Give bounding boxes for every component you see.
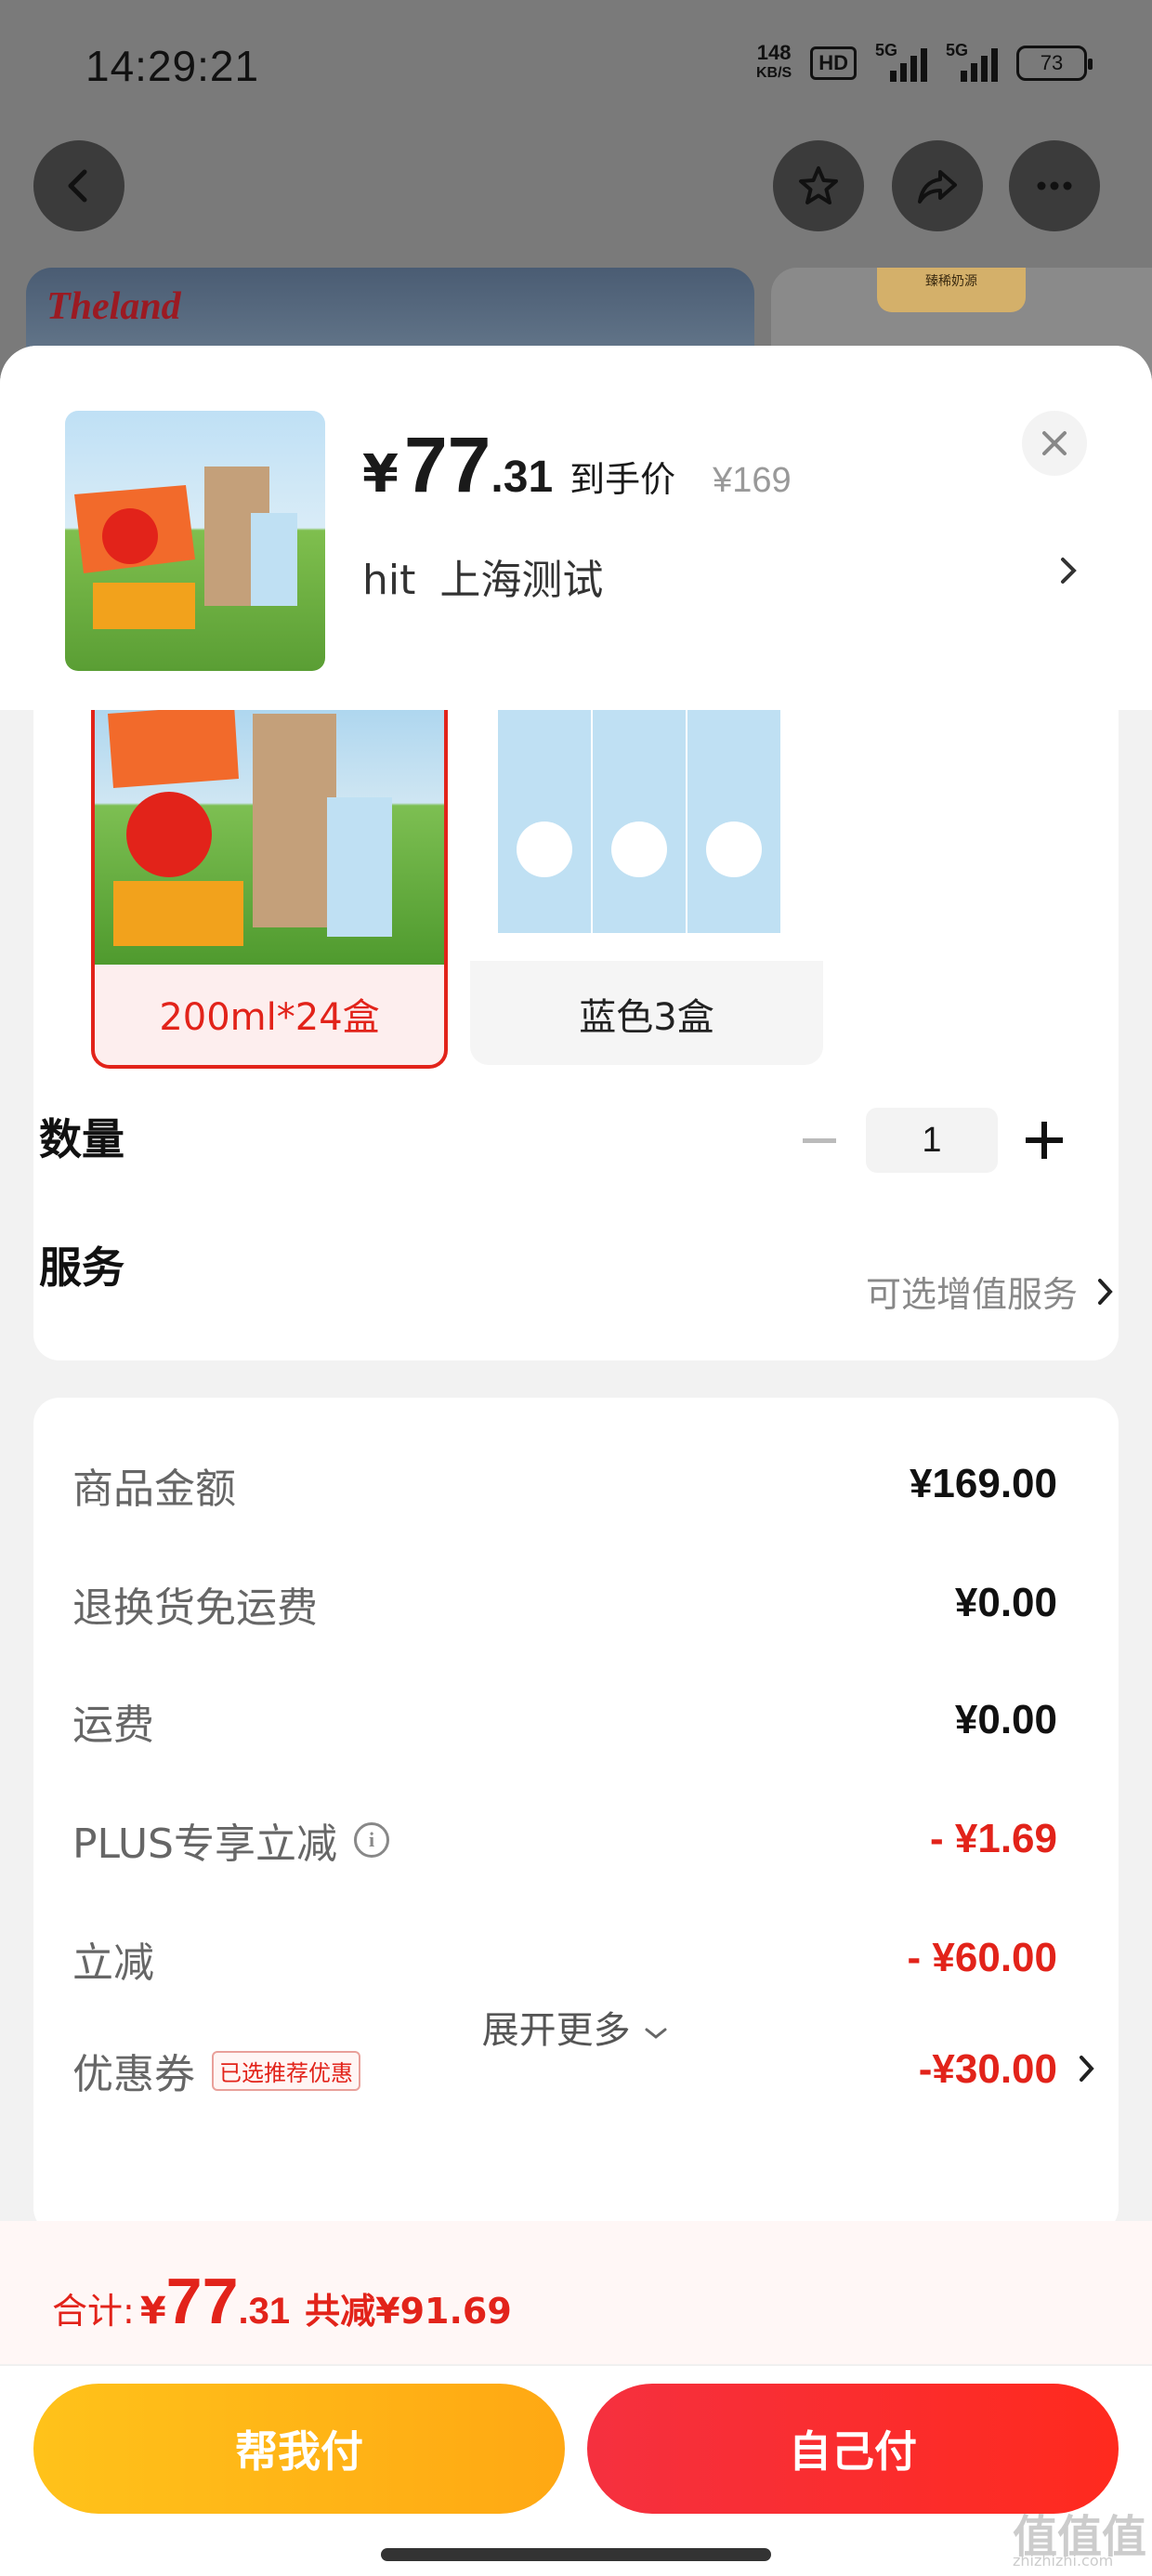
home-indicator[interactable] bbox=[381, 2548, 771, 2561]
system-icons: 148 KB/S HD 5G 5G 73 bbox=[755, 41, 1093, 84]
more-button[interactable] bbox=[1009, 140, 1100, 231]
service-value: 可选增值服务 bbox=[865, 1274, 1078, 1315]
fee-row-goods: 商品金额 ¥169.00 bbox=[72, 1461, 1057, 1513]
product-thumbnail bbox=[65, 411, 325, 671]
fee-row-instant-discount: 立减 - ¥60.00 bbox=[72, 1935, 1057, 1987]
status-time: 14:29:21 bbox=[85, 42, 260, 90]
address-region: 上海测试 bbox=[439, 557, 604, 604]
fee-details-card: 商品金额 ¥169.00 退换货免运费 ¥0.00 运费 ¥0.00 PLUS专… bbox=[33, 1398, 1119, 2234]
service-selector[interactable]: 可选增值服务 bbox=[866, 1266, 1115, 1317]
service-label: 服务 bbox=[39, 1242, 124, 1293]
chevron-down-icon bbox=[645, 2028, 667, 2039]
total-summary: 合计: ¥ 77 .31 共减¥91.69 bbox=[52, 2264, 512, 2338]
total-currency: ¥ bbox=[139, 2290, 166, 2333]
price-currency: ¥ bbox=[362, 444, 399, 505]
fee-row-shipping: 运费 ¥0.00 bbox=[72, 1697, 1057, 1749]
chevron-right-icon[interactable] bbox=[1057, 552, 1080, 589]
price-label: 到手价 bbox=[569, 459, 676, 500]
variant-image-graphic bbox=[498, 701, 780, 933]
quantity-decrease-button[interactable] bbox=[792, 1112, 847, 1168]
checkout-bar: 合计: ¥ 77 .31 共减¥91.69 帮我付 自己付 bbox=[0, 2221, 1152, 2576]
quantity-stepper: 1 bbox=[792, 1108, 1072, 1173]
variant-image bbox=[470, 691, 823, 961]
info-icon[interactable]: i bbox=[354, 1822, 389, 1858]
variant-option-selected[interactable]: 200ml*24盒 bbox=[91, 691, 448, 1069]
self-pay-button[interactable]: 自己付 bbox=[587, 2384, 1119, 2514]
chevron-right-icon bbox=[1098, 1278, 1113, 1305]
total-bar: 合计: ¥ 77 .31 共减¥91.69 bbox=[0, 2221, 1152, 2366]
quantity-input[interactable]: 1 bbox=[866, 1108, 998, 1173]
favorite-button[interactable] bbox=[773, 140, 864, 231]
share-icon bbox=[918, 170, 957, 204]
quantity-label: 数量 bbox=[39, 1114, 124, 1164]
brand-logo: Theland bbox=[46, 285, 181, 328]
more-dots-icon bbox=[1037, 181, 1072, 191]
back-button[interactable] bbox=[33, 140, 124, 231]
total-label: 合计: bbox=[52, 2291, 135, 2332]
total-integer: 77 bbox=[165, 2265, 239, 2337]
net-speed: 148 KB/S bbox=[755, 41, 792, 82]
total-saved: 共减¥91.69 bbox=[305, 2291, 512, 2332]
price-row: ¥ 77 .31 到手价 ¥169 bbox=[362, 420, 792, 510]
total-decimal: .31 bbox=[238, 2291, 291, 2332]
original-price: ¥169 bbox=[713, 461, 792, 500]
share-button[interactable] bbox=[892, 140, 983, 231]
back-arrow-icon bbox=[68, 169, 87, 203]
help-pay-button[interactable]: 帮我付 bbox=[33, 2384, 565, 2514]
variant-label: 蓝色3盒 bbox=[579, 996, 714, 1039]
address-name: hit bbox=[362, 557, 416, 604]
watermark-url: zhizhizhi.com bbox=[1013, 2552, 1114, 2569]
fee-row-return-shipping: 退换货免运费 ¥0.00 bbox=[72, 1580, 1057, 1632]
signal-icon-2: 5G bbox=[946, 41, 998, 82]
variant-image bbox=[95, 695, 444, 965]
product-thumbnail-image bbox=[74, 467, 297, 629]
sheet-header: ¥ 77 .31 到手价 ¥169 hit 上海测试 bbox=[0, 346, 1152, 710]
close-button[interactable] bbox=[1022, 411, 1087, 476]
quantity-increase-button[interactable] bbox=[1016, 1112, 1072, 1168]
fee-row-plus-discount: PLUS专享立减 i - ¥1.69 bbox=[72, 1816, 1057, 1868]
variant-label: 200ml*24盒 bbox=[159, 996, 380, 1039]
close-icon bbox=[1042, 431, 1067, 455]
chevron-right-icon bbox=[1080, 2056, 1094, 2082]
minus-icon bbox=[803, 1137, 836, 1143]
price-integer: 77 bbox=[403, 421, 491, 508]
status-bar: 14:29:21 148 KB/S HD 5G 5G 73 bbox=[0, 0, 1152, 139]
variant-image-graphic bbox=[108, 704, 392, 946]
coupon-badge: 已选推荐优惠 bbox=[212, 2050, 360, 2091]
expand-more-button[interactable]: 展开更多 bbox=[0, 2000, 1152, 2054]
signal-icon: 5G bbox=[875, 41, 927, 82]
side-banner-tag: 臻稀奶源 bbox=[877, 268, 1026, 312]
variant-option[interactable]: 蓝色3盒 bbox=[470, 691, 823, 1065]
battery-icon: 73 bbox=[1016, 46, 1093, 81]
price-decimal: .31 bbox=[491, 453, 554, 502]
hd-icon: HD bbox=[810, 46, 857, 80]
sku-card: 200ml*24盒 蓝色3盒 bbox=[33, 691, 1119, 1360]
star-icon bbox=[799, 166, 838, 204]
address-row[interactable]: hit 上海测试 bbox=[362, 546, 627, 606]
